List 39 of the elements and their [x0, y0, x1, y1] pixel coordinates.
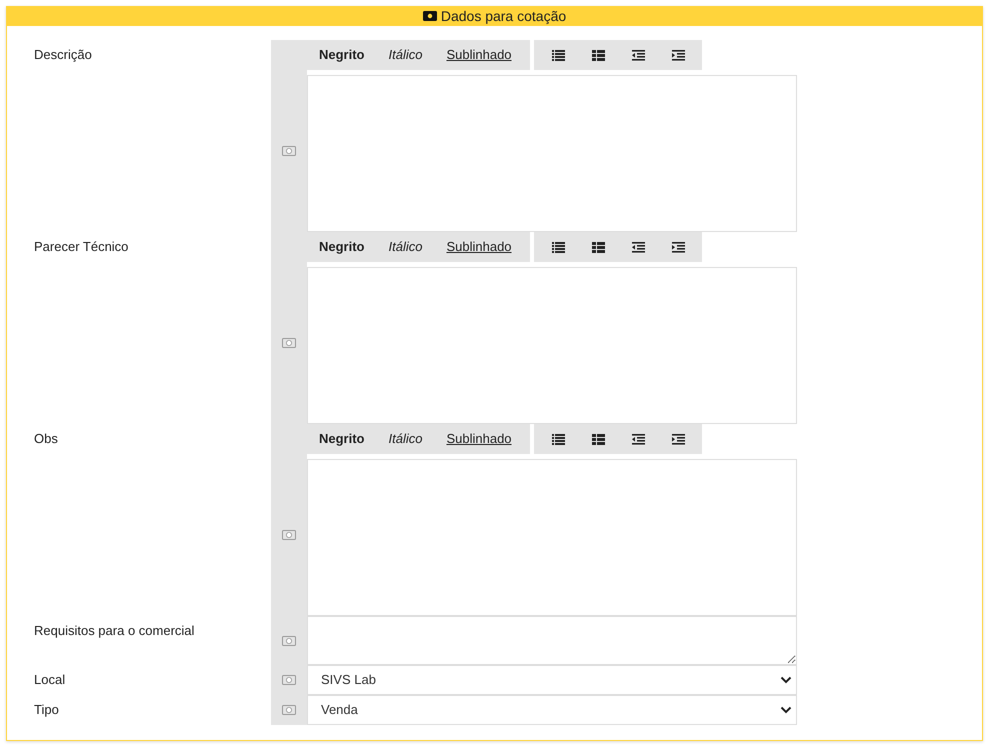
select-field[interactable]: SIVS Lab	[307, 665, 797, 695]
chevron-down-icon	[780, 706, 792, 714]
indent-icon	[672, 242, 684, 252]
money-icon	[282, 705, 296, 715]
money-icon	[282, 675, 296, 685]
outdent-icon	[632, 50, 644, 60]
field-label: Parecer Técnico	[34, 239, 128, 254]
field-label: Local	[34, 672, 66, 687]
panel-title: Dados para cotação	[440, 6, 566, 26]
list-icon	[552, 242, 564, 252]
money-icon	[282, 338, 296, 348]
indent-icon	[672, 434, 684, 444]
money-icon	[282, 636, 296, 646]
format-button[interactable]: Sublinhado	[434, 40, 524, 70]
indent-icon	[672, 50, 684, 60]
list-bulleted-icon	[592, 434, 604, 444]
format-button[interactable]: Negrito	[307, 424, 376, 454]
field-label: Tipo	[34, 702, 59, 717]
money-icon	[282, 530, 296, 540]
outdent-icon	[632, 242, 644, 252]
list-icon	[552, 50, 564, 60]
chevron-down-icon	[780, 676, 792, 684]
field-label: Requisitos para o comercial	[34, 623, 194, 638]
field-label: Obs	[34, 431, 58, 446]
format-button[interactable]: Sublinhado	[434, 232, 524, 262]
format-button[interactable]: Sublinhado	[434, 424, 524, 454]
format-button[interactable]: Itálico	[376, 424, 434, 454]
select-field[interactable]: Venda	[307, 695, 797, 725]
money-icon	[282, 146, 296, 156]
list-bulleted-icon	[592, 50, 604, 60]
format-button[interactable]: Negrito	[307, 40, 376, 70]
list-icon	[552, 434, 564, 444]
money-icon	[422, 11, 437, 21]
outdent-icon	[632, 434, 644, 444]
field-label: Descrição	[34, 47, 92, 62]
list-bulleted-icon	[592, 242, 604, 252]
format-button[interactable]: Negrito	[307, 232, 376, 262]
format-button[interactable]: Itálico	[376, 40, 434, 70]
format-button[interactable]: Itálico	[376, 232, 434, 262]
